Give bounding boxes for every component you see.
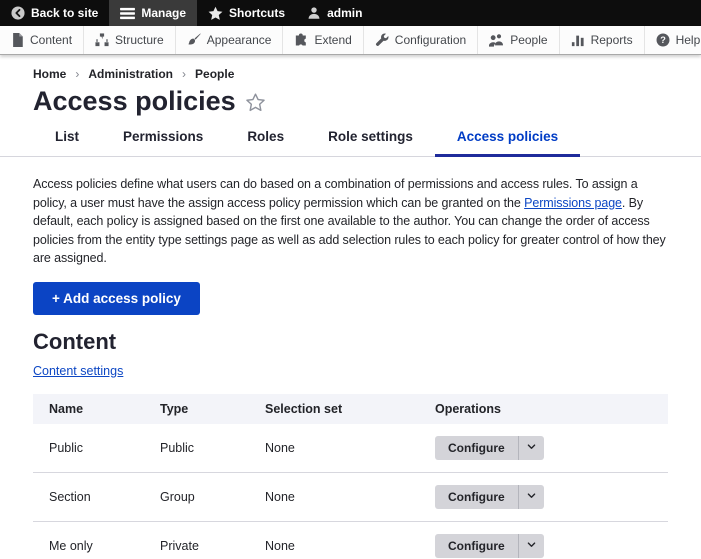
people-icon [489,33,504,47]
admin-menu-toolbar: Content Structure Appearance Extend Conf… [0,26,701,55]
manage-menu-button[interactable]: Manage [109,0,198,26]
shortcuts-label: Shortcuts [229,6,286,20]
wrench-icon [375,33,389,47]
access-policies-table: Name Type Selection set Operations Publi… [33,393,668,559]
configure-button[interactable]: Configure [435,485,518,509]
permissions-page-link[interactable]: Permissions page [524,196,622,210]
table-row: Section Group None Configure [33,472,668,522]
table-row: Public Public None Configure [33,423,668,473]
toolbar-item-configuration[interactable]: Configuration [364,26,479,54]
column-header-name: Name [33,393,144,424]
toolbar-item-label: People [510,33,548,47]
toolbar-item-label: Content [30,33,73,47]
main-region: Access policies define what users can do… [0,175,701,559]
add-access-policy-button[interactable]: + Add access policy [33,281,200,315]
tab-roles[interactable]: Roles [225,118,306,157]
primary-tabs: List Permissions Roles Role settings Acc… [0,118,701,157]
content-section-heading: Content [33,328,117,354]
toolbar-item-label: Structure [115,33,164,47]
admin-top-bar: Back to site Manage Shortcuts admin [0,0,701,26]
toolbar-item-label: Help [675,33,701,47]
page-description: Access policies define what users can do… [33,175,668,268]
page-title: Access policies [0,86,701,116]
user-label: admin [327,6,363,20]
back-to-site-button[interactable]: Back to site [0,0,109,26]
toolbar-item-label: Configuration [394,33,467,47]
user-menu-button[interactable]: admin [296,0,373,26]
breadcrumb-separator: › [182,67,187,81]
star-icon [208,6,223,21]
user-icon [307,6,321,20]
column-header-operations: Operations [419,393,668,424]
configure-button[interactable]: Configure [435,436,518,460]
back-to-site-label: Back to site [31,6,99,20]
chevron-down-icon [526,490,537,504]
configure-button[interactable]: Configure [435,534,518,558]
toolbar-item-people[interactable]: People [478,26,560,54]
breadcrumb-separator: › [75,67,80,81]
configure-dropbutton: Configure [435,435,544,460]
dropbutton-toggle[interactable] [517,435,544,460]
toolbar-item-reports[interactable]: Reports [560,26,645,54]
chevron-down-icon [526,441,537,455]
cell-selection-set: None [249,521,419,559]
toolbar-item-structure[interactable]: Structure [84,26,176,54]
breadcrumb-people-link[interactable]: People [195,67,234,81]
cell-selection-set: None [249,423,419,473]
help-icon: ? [656,33,670,47]
cell-type: Group [144,472,249,522]
configure-dropbutton: Configure [435,533,544,558]
cell-name: Section [33,472,144,522]
tab-role-settings[interactable]: Role settings [306,118,435,157]
cell-selection-set: None [249,472,419,522]
cell-operations: Configure [419,472,668,522]
puzzle-icon [294,33,308,47]
paintbrush-icon [187,33,201,47]
cell-type: Public [144,423,249,473]
dropbutton-toggle[interactable] [517,533,544,558]
shortcuts-button[interactable]: Shortcuts [197,0,296,26]
tab-permissions[interactable]: Permissions [101,118,225,157]
column-header-type: Type [144,393,249,424]
cell-name: Public [33,423,144,473]
cell-type: Private [144,521,249,559]
manage-label: Manage [141,6,187,20]
toolbar-item-content[interactable]: Content [0,26,85,54]
column-header-selection-set: Selection set [249,393,419,424]
back-circle-icon [11,6,25,20]
page-title-text: Access policies [33,86,236,116]
table-row: Me only Private None Configure [33,521,668,559]
toolbar-item-appearance[interactable]: Appearance [176,26,284,54]
file-icon [11,33,24,47]
hamburger-icon [120,7,136,20]
table-header-row: Name Type Selection set Operations [33,393,668,424]
bar-chart-icon [571,33,585,47]
breadcrumb-administration-link[interactable]: Administration [88,67,173,81]
breadcrumb: Home › Administration › People [0,67,701,81]
chevron-down-icon [526,539,537,553]
configure-dropbutton: Configure [435,484,544,509]
toolbar-item-label: Reports [590,33,633,47]
cell-operations: Configure [419,423,668,473]
toolbar-item-label: Extend [314,33,352,47]
dropbutton-toggle[interactable] [517,484,544,509]
sitemap-icon [95,33,109,47]
toolbar-item-extend[interactable]: Extend [283,26,364,54]
breadcrumb-home-link[interactable]: Home [33,67,66,81]
content-settings-link[interactable]: Content settings [33,364,123,378]
drupal-admin-screen: Back to site Manage Shortcuts admin Cont… [0,0,701,559]
tab-access-policies[interactable]: Access policies [434,118,581,157]
cell-name: Me only [33,521,144,559]
page-content: Home › Administration › People Access po… [0,55,701,559]
cell-operations: Configure [419,521,668,559]
toolbar-item-help[interactable]: ? Help [645,26,701,54]
bookmark-star-icon[interactable] [245,90,265,112]
toolbar-item-label: Appearance [206,33,272,47]
tab-list[interactable]: List [33,118,101,157]
svg-text:?: ? [660,35,666,45]
